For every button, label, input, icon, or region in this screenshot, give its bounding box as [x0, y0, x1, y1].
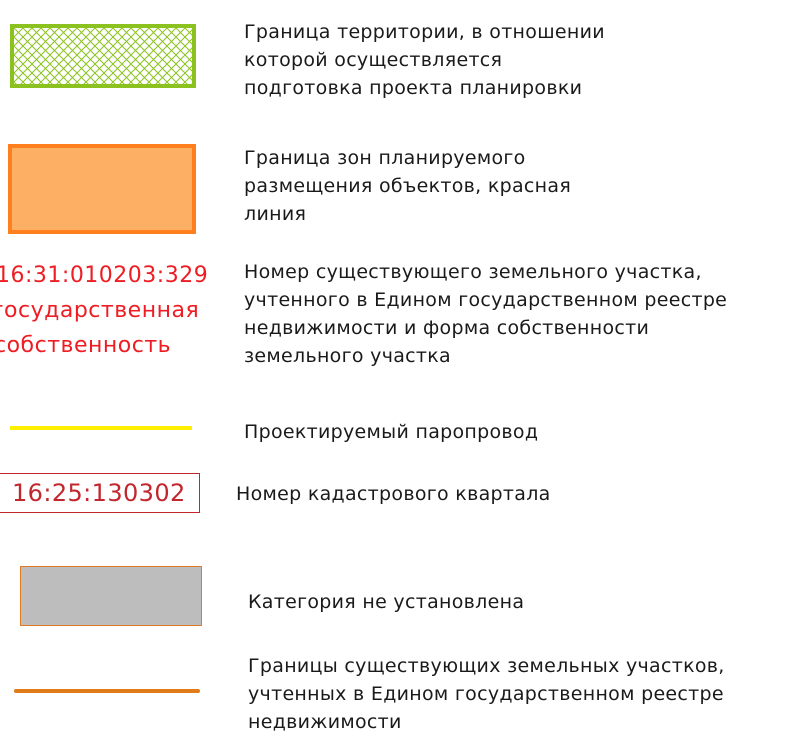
legend-text-line: Проектируемый паропровод [244, 421, 539, 443]
legend-text-line: Граница территории, в отношении [244, 21, 605, 43]
ownership-text-line: собственность [0, 333, 172, 358]
existing-parcel-boundary-line-symbol [14, 689, 200, 693]
parcel-number-text: 16:31:010203:329 [0, 263, 209, 288]
legend-text-line: земельного участка [244, 345, 451, 367]
ownership-text-line: государственная [0, 298, 200, 323]
legend-text-line: которой осуществляется [244, 49, 503, 71]
legend-text-line: недвижимости и форма собственности [244, 317, 650, 339]
planned-zone-description: Граница зон планируемого размещения объе… [244, 144, 571, 228]
territory-boundary-swatch [10, 24, 196, 88]
legend-text-line: учтенного в Едином государственном реест… [244, 289, 728, 311]
cadastral-quarter-description: Номер кадастрового квартала [236, 480, 551, 508]
steam-pipeline-line-symbol [10, 426, 192, 430]
legend-text-line: линия [244, 203, 307, 225]
legend-text-line: Граница зон планируемого [244, 147, 526, 169]
planned-zone-swatch [8, 144, 196, 234]
category-not-set-description: Категория не установлена [248, 588, 524, 616]
legend-text-line: Категория не установлена [248, 591, 525, 613]
legend-text-line: Номер кадастрового квартала [236, 483, 551, 505]
legend-text-line: размещения объектов, красная [244, 175, 572, 197]
parcel-number-description: Номер существующего земельного участка, … [244, 258, 727, 370]
legend-text-line: Номер существующего земельного участка, [244, 261, 702, 283]
legend-text-line: учтенных в Едином государственном реестр… [248, 683, 724, 705]
steam-pipeline-description: Проектируемый паропровод [244, 418, 538, 446]
legend-text-line: недвижимости [248, 711, 402, 733]
existing-parcel-boundary-description: Границы существующих земельных участков,… [248, 652, 725, 736]
legend-text-line: Границы существующих земельных участков, [248, 655, 725, 677]
cadastral-quarter-sample: 16:25:130302 [0, 473, 200, 513]
cadastral-quarter-number: 16:25:130302 [12, 479, 186, 507]
category-not-set-swatch [20, 566, 202, 626]
parcel-number-sample: 16:31:010203:329 государственная собстве… [0, 258, 232, 363]
territory-boundary-description: Граница территории, в отношении которой … [244, 18, 605, 102]
legend-text-line: подготовка проекта планировки [244, 77, 583, 99]
